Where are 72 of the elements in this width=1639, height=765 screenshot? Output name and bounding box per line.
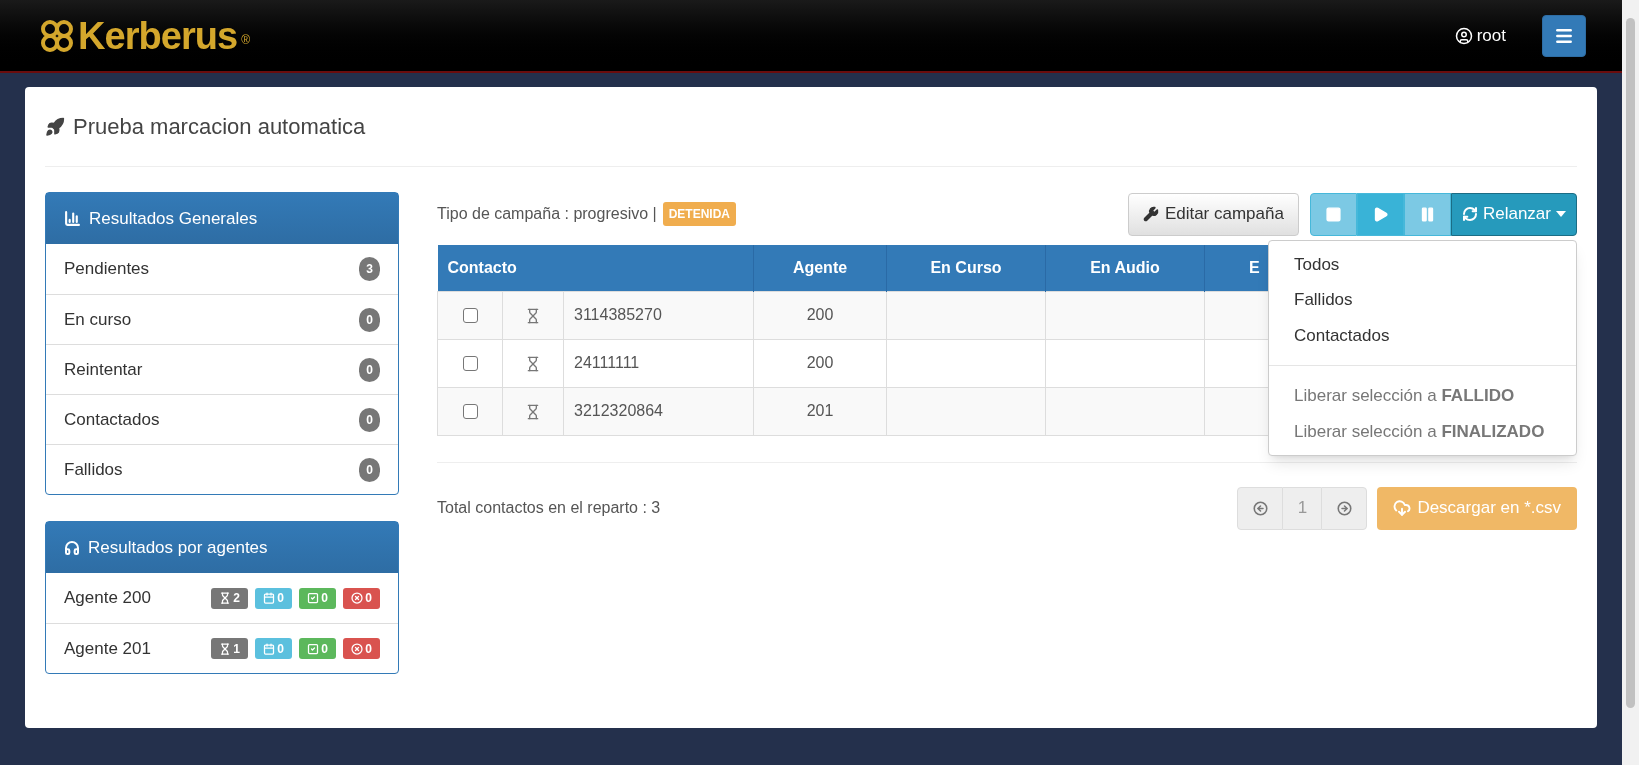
bar-chart-icon — [64, 210, 81, 227]
status-badge: 0 — [255, 587, 292, 609]
campaign-type: Tipo de campaña : progresivo | — [437, 204, 657, 224]
result-label: Reintentar — [64, 358, 143, 381]
hourglass-icon — [219, 642, 232, 655]
count-badge: 0 — [359, 307, 380, 332]
user-icon — [1454, 26, 1473, 45]
headphones-icon — [64, 539, 80, 556]
agent-cell: 201 — [753, 387, 887, 435]
edit-campaign-button[interactable]: Editar campaña — [1127, 192, 1299, 236]
calendar-icon — [263, 592, 276, 604]
page-title: Prueba marcacion automatica — [73, 113, 366, 141]
panel-title: Resultados Generales — [89, 207, 258, 230]
count-badge: 0 — [359, 357, 380, 382]
row-checkbox[interactable] — [462, 308, 478, 324]
result-label: Pendientes — [64, 258, 150, 281]
column-header: Agente — [753, 245, 887, 291]
scrollbar-thumb[interactable] — [1626, 18, 1635, 708]
agent-name: Agente 200 — [64, 587, 151, 610]
page-number: 1 — [1283, 486, 1322, 530]
status-badge: 0 — [343, 638, 380, 659]
contact-cell: 3212320864 — [563, 387, 754, 435]
menu-button[interactable] — [1542, 14, 1586, 57]
count-badge: 0 — [359, 457, 380, 482]
menu-item[interactable]: Fallidos — [1269, 282, 1576, 318]
status-badge: 1 — [211, 638, 248, 659]
logo-text: Kerberus — [78, 16, 238, 55]
row-checkbox[interactable] — [462, 356, 478, 372]
user-link[interactable]: root — [1454, 22, 1506, 49]
hourglass-icon — [219, 592, 232, 604]
result-label: Fallidos — [64, 458, 123, 481]
column-header: Contacto — [437, 245, 754, 291]
contact-cell: 3114385270 — [563, 291, 754, 339]
menu-item[interactable]: Contactados — [1269, 317, 1576, 353]
status-label: DETENIDA — [662, 202, 737, 226]
result-label: Contactados — [64, 408, 160, 431]
status-badge: 2 — [211, 587, 248, 609]
calendar-icon — [263, 642, 276, 655]
status-badge: 0 — [255, 638, 292, 659]
hourglass-icon — [525, 307, 541, 324]
rocket-icon — [45, 116, 65, 137]
hourglass-icon — [525, 403, 541, 420]
check-square-icon — [307, 642, 320, 655]
refresh-icon — [1461, 206, 1478, 222]
status-badge: 0 — [343, 587, 380, 609]
scrollbar[interactable] — [1622, 0, 1639, 765]
panel-title: Resultados por agentes — [88, 536, 268, 559]
registered-mark: ® — [241, 31, 251, 49]
column-header: En Audio — [1045, 245, 1205, 291]
cloud-download-icon — [1393, 499, 1412, 517]
column-header: En Curso — [886, 245, 1046, 291]
count-badge: 0 — [359, 407, 380, 432]
status-badge: 0 — [299, 587, 336, 609]
result-label: En curso — [64, 308, 132, 331]
x-circle-icon — [351, 592, 364, 604]
total-contacts: Total contactos en el reparto : 3 — [437, 498, 661, 518]
menu-item[interactable]: Todos — [1269, 246, 1576, 282]
wrench-icon — [1142, 206, 1159, 222]
row-checkbox[interactable] — [462, 404, 478, 420]
hourglass-icon — [525, 355, 541, 372]
contact-cell: 24111111 — [563, 339, 754, 387]
caret-icon — [1556, 211, 1566, 217]
count-badge: 3 — [359, 257, 380, 281]
check-square-icon — [307, 592, 320, 604]
logo-knot-icon — [40, 18, 74, 53]
status-badge: 0 — [299, 638, 336, 659]
play-button[interactable] — [1356, 192, 1404, 236]
stop-icon — [1324, 205, 1342, 223]
agent-name: Agente 201 — [64, 637, 151, 660]
agent-cell: 200 — [753, 291, 887, 339]
x-circle-icon — [351, 642, 364, 655]
agent-cell: 200 — [753, 339, 887, 387]
